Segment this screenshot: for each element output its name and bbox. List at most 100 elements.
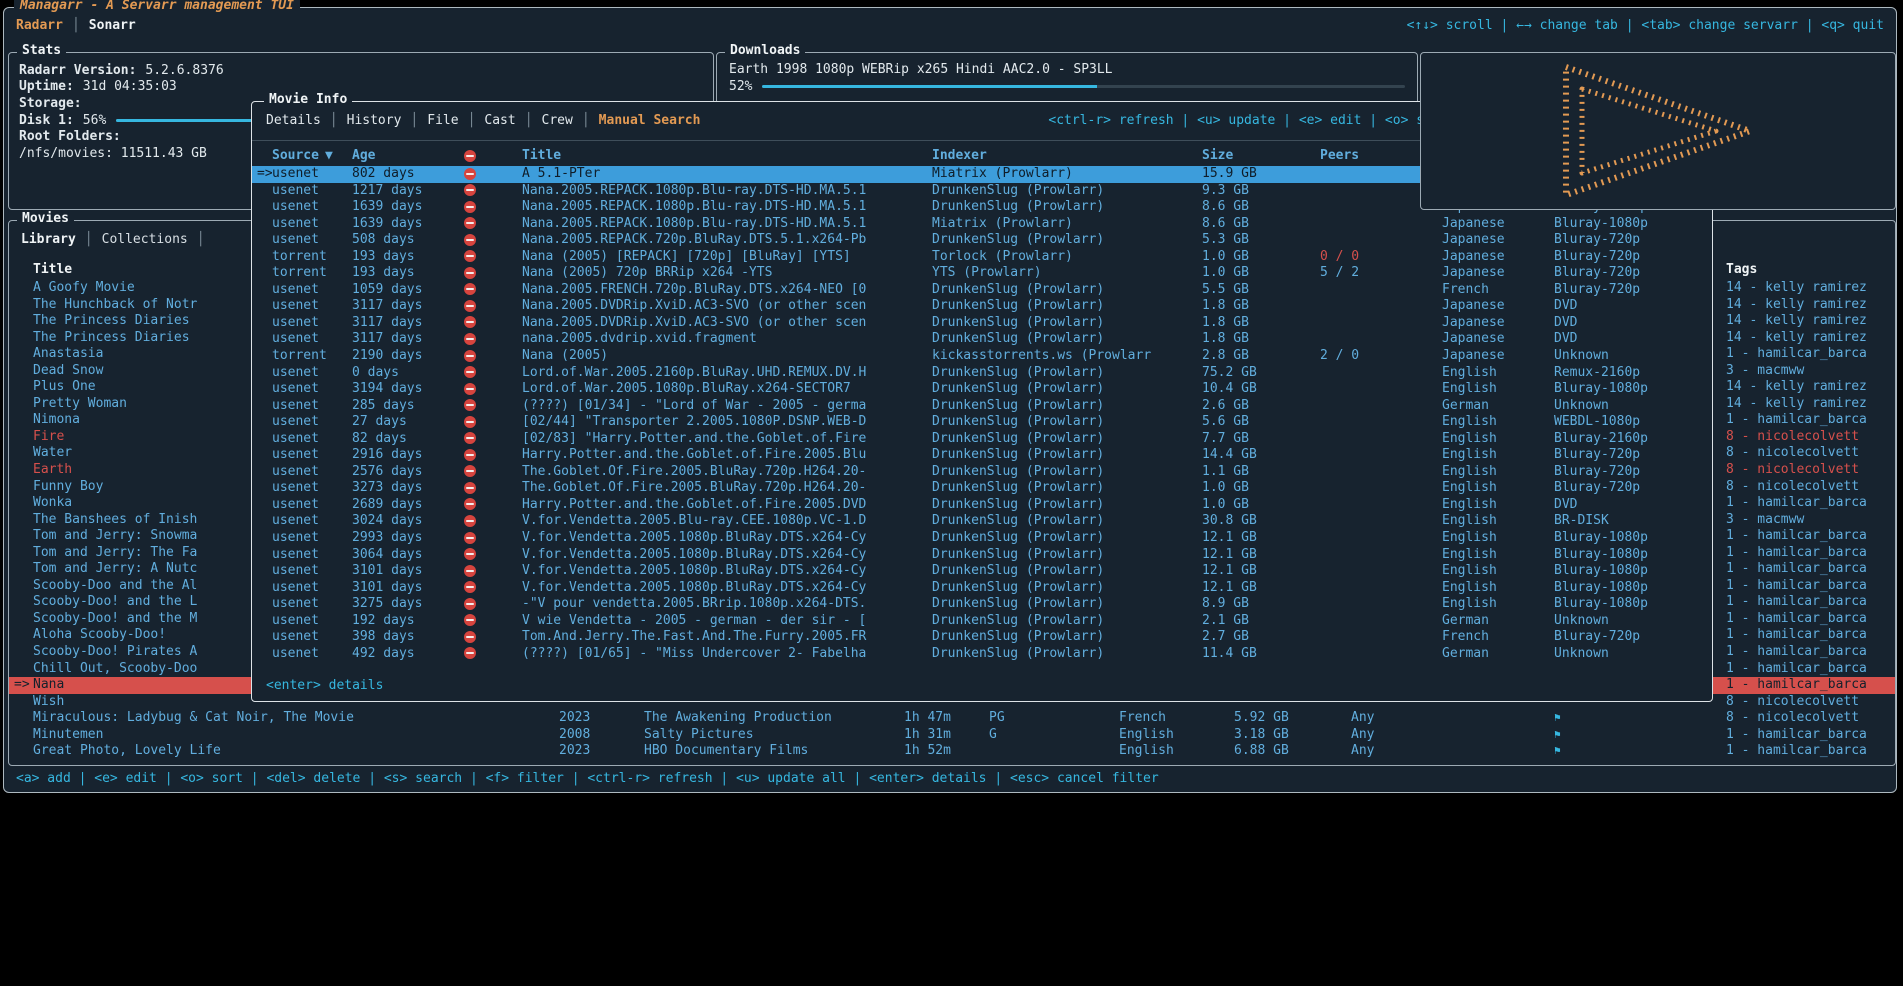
release-rejection bbox=[464, 530, 522, 547]
release-age: 2916 days bbox=[352, 447, 464, 464]
release-row[interactable]: usenet492 days(????) [01/65] - "Miss Und… bbox=[252, 646, 1712, 663]
movie-tags: 1 - hamilcar_barca bbox=[1726, 661, 1895, 678]
release-row[interactable]: torrent193 daysNana (2005) 720p BRRip x2… bbox=[252, 265, 1712, 282]
release-row[interactable]: usenet398 daysTom.And.Jerry.The.Fast.And… bbox=[252, 629, 1712, 646]
release-language: English bbox=[1442, 530, 1554, 547]
app-frame: Managarr - A Servarr management TUI Rada… bbox=[3, 7, 1897, 793]
tab-library[interactable]: Library bbox=[21, 232, 76, 247]
release-row[interactable]: usenet3117 daysNana.2005.DVDRip.XviD.AC3… bbox=[252, 298, 1712, 315]
tab-file[interactable]: File bbox=[427, 113, 458, 128]
rejection-icon bbox=[464, 168, 476, 180]
release-row[interactable]: usenet285 days(????) [01/34] - "Lord of … bbox=[252, 398, 1712, 415]
release-language: French bbox=[1442, 282, 1554, 299]
release-age: 398 days bbox=[352, 629, 464, 646]
top-keybindings: <↑↓> scroll | ←→ change tab | <tab> chan… bbox=[1407, 18, 1884, 33]
logo-panel bbox=[1420, 52, 1896, 210]
column-size[interactable]: Size bbox=[1202, 148, 1320, 165]
release-row[interactable]: usenet3117 daysnana.2005.dvdrip.xvid.fra… bbox=[252, 331, 1712, 348]
release-rejection bbox=[464, 315, 522, 332]
release-row[interactable]: usenet3064 daysV.for.Vendetta.2005.1080p… bbox=[252, 547, 1712, 564]
servarr-tabs: Radarr│Sonarr bbox=[16, 18, 136, 33]
release-row[interactable]: usenet2576 daysThe.Goblet.Of.Fire.2005.B… bbox=[252, 464, 1712, 481]
release-age: 27 days bbox=[352, 414, 464, 431]
release-size: 30.8 GB bbox=[1202, 513, 1320, 530]
column-tags: Tags bbox=[1726, 262, 1895, 279]
release-indexer: DrunkenSlug (Prowlarr) bbox=[932, 315, 1202, 332]
release-row[interactable]: torrent193 daysNana (2005) [REPACK] [720… bbox=[252, 249, 1712, 266]
release-row[interactable]: usenet3117 daysNana.2005.DVDRip.XviD.AC3… bbox=[252, 315, 1712, 332]
tab-manual-search[interactable]: Manual Search bbox=[599, 113, 701, 128]
release-row[interactable]: usenet3273 daysThe.Goblet.Of.Fire.2005.B… bbox=[252, 480, 1712, 497]
release-row[interactable]: usenet0 daysLord.of.War.2005.2160p.BluRa… bbox=[252, 365, 1712, 382]
release-title: (????) [01/65] - "Miss Undercover 2- Fab… bbox=[522, 646, 932, 663]
library-row[interactable]: Miraculous: Ladybug & Cat Noir, The Movi… bbox=[9, 710, 1895, 727]
downloads-panel-title: Downloads bbox=[725, 43, 805, 58]
release-indexer: DrunkenSlug (Prowlarr) bbox=[932, 646, 1202, 663]
release-source: usenet bbox=[272, 447, 352, 464]
release-quality: DVD bbox=[1554, 315, 1712, 332]
release-quality: Unknown bbox=[1554, 646, 1712, 663]
release-row[interactable]: usenet508 daysNana.2005.REPACK.720p.BluR… bbox=[252, 232, 1712, 249]
release-row[interactable]: usenet3101 daysV.for.Vendetta.2005.1080p… bbox=[252, 563, 1712, 580]
release-row[interactable]: usenet3275 days-"V pour vendetta.2005.BR… bbox=[252, 596, 1712, 613]
tab-sonarr[interactable]: Sonarr bbox=[89, 18, 136, 33]
movie-size: 3.18 GB bbox=[1234, 727, 1351, 744]
release-indexer: YTS (Prowlarr) bbox=[932, 265, 1202, 282]
release-row[interactable]: usenet82 days[02/83] "Harry.Potter.and.t… bbox=[252, 431, 1712, 448]
release-row[interactable]: torrent2190 daysNana (2005)kickasstorren… bbox=[252, 348, 1712, 365]
movies-panel-title: Movies bbox=[17, 211, 74, 226]
release-size: 12.1 GB bbox=[1202, 547, 1320, 564]
release-quality: Bluray-1080p bbox=[1554, 563, 1712, 580]
release-row[interactable]: usenet2689 daysHarry.Potter.and.the.Gobl… bbox=[252, 497, 1712, 514]
release-source: usenet bbox=[272, 513, 352, 530]
release-indexer: DrunkenSlug (Prowlarr) bbox=[932, 513, 1202, 530]
release-indexer: DrunkenSlug (Prowlarr) bbox=[932, 183, 1202, 200]
release-size: 1.8 GB bbox=[1202, 298, 1320, 315]
release-peers: 2 / 0 bbox=[1320, 348, 1442, 365]
release-age: 1217 days bbox=[352, 183, 464, 200]
release-row[interactable]: usenet1059 daysNana.2005.FRENCH.720p.Blu… bbox=[252, 282, 1712, 299]
library-row[interactable]: Minutemen2008Salty Pictures1h 31mGEnglis… bbox=[9, 727, 1895, 744]
release-title: Nana.2005.REPACK.1080p.Blu-ray.DTS-HD.MA… bbox=[522, 216, 932, 233]
rejection-icon bbox=[464, 366, 476, 378]
movie-title: Minutemen bbox=[33, 727, 559, 744]
release-title: V.for.Vendetta.2005.1080p.BluRay.DTS.x26… bbox=[522, 530, 932, 547]
column-indexer[interactable]: Indexer bbox=[932, 148, 1202, 165]
tab-collections[interactable]: Collections bbox=[102, 232, 188, 247]
column-release-title[interactable]: Title bbox=[522, 148, 932, 165]
release-rejection bbox=[464, 596, 522, 613]
tab-crew[interactable]: Crew bbox=[542, 113, 573, 128]
release-row[interactable]: usenet2916 daysHarry.Potter.and.the.Gobl… bbox=[252, 447, 1712, 464]
tab-radarr[interactable]: Radarr bbox=[16, 18, 63, 33]
release-row[interactable]: usenet1639 daysNana.2005.REPACK.1080p.Bl… bbox=[252, 216, 1712, 233]
release-rejection bbox=[464, 232, 522, 249]
release-rejection bbox=[464, 646, 522, 663]
release-title: Nana (2005) [REPACK] [720p] [BluRay] [YT… bbox=[522, 249, 932, 266]
tab-history[interactable]: History bbox=[347, 113, 402, 128]
tab-cast[interactable]: Cast bbox=[484, 113, 515, 128]
rejection-icon bbox=[464, 333, 476, 345]
release-row[interactable]: usenet3194 daysLord.of.War.2005.1080p.Bl… bbox=[252, 381, 1712, 398]
tab-separator: │ bbox=[197, 232, 205, 247]
column-age[interactable]: Age bbox=[352, 148, 464, 165]
release-source: usenet bbox=[272, 530, 352, 547]
release-peers: 5 / 2 bbox=[1320, 265, 1442, 282]
release-row[interactable]: usenet3101 daysV.for.Vendetta.2005.1080p… bbox=[252, 580, 1712, 597]
release-row[interactable]: usenet27 days[02/44] "Transporter 2.2005… bbox=[252, 414, 1712, 431]
rejection-icon bbox=[464, 482, 476, 494]
rejection-icon bbox=[464, 565, 476, 577]
release-indexer: kickasstorrents.ws (Prowlarr bbox=[932, 348, 1202, 365]
release-row[interactable]: usenet2993 daysV.for.Vendetta.2005.1080p… bbox=[252, 530, 1712, 547]
rejection-icon bbox=[464, 267, 476, 279]
release-row[interactable]: usenet3024 daysV.for.Vendetta.2005.Blu-r… bbox=[252, 513, 1712, 530]
release-source: usenet bbox=[272, 331, 352, 348]
release-rejection bbox=[464, 282, 522, 299]
rejection-icon bbox=[464, 548, 476, 560]
release-title: Lord.of.War.2005.2160p.BluRay.UHD.REMUX.… bbox=[522, 365, 932, 382]
library-row[interactable]: Great Photo, Lovely Life2023HBO Document… bbox=[9, 743, 1895, 760]
release-rejection bbox=[464, 199, 522, 216]
release-language: English bbox=[1442, 513, 1554, 530]
release-row[interactable]: usenet192 daysV wie Vendetta - 2005 - ge… bbox=[252, 613, 1712, 630]
tab-details[interactable]: Details bbox=[266, 113, 321, 128]
column-source[interactable]: Source▼ bbox=[272, 148, 352, 165]
